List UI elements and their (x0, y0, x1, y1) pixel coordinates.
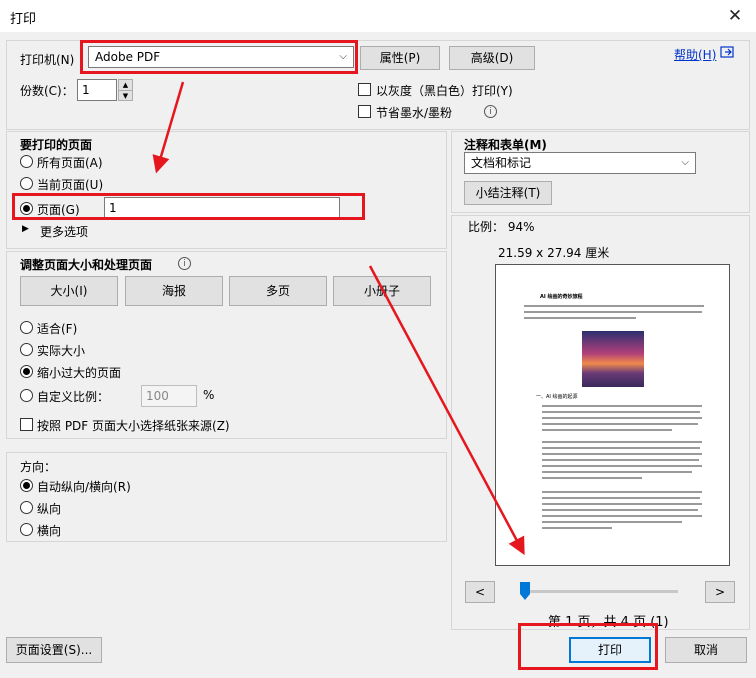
text-line (524, 305, 704, 307)
copies-label: 份数(C)： (20, 84, 74, 98)
printer-select[interactable]: Adobe PDF ⌵ (88, 46, 354, 68)
stepper-down-icon[interactable]: ▼ (119, 90, 132, 101)
sizing-info-icon[interactable]: i (178, 257, 191, 270)
fit-label[interactable]: 适合(F) (37, 320, 77, 337)
preview-doc-title: AI 绘画的奇妙旅程 (540, 294, 583, 300)
help-icon[interactable] (720, 45, 734, 59)
help-link[interactable]: 帮助(H) (674, 46, 716, 63)
percent-label: % (203, 388, 215, 402)
properties-button[interactable]: 属性(P) (360, 46, 440, 70)
tab-poster[interactable]: 海报 (125, 276, 223, 306)
custom-scale-radio[interactable] (20, 389, 33, 402)
current-page-radio[interactable] (20, 177, 33, 190)
window-title: 打印 (10, 12, 37, 27)
actual-size-radio[interactable] (20, 343, 33, 356)
text-line (542, 477, 642, 479)
text-line (542, 447, 700, 449)
text-line (542, 429, 672, 431)
paper-source-checkbox[interactable] (20, 418, 33, 431)
comments-heading: 注释和表单(M) (464, 138, 547, 152)
prev-page-button[interactable]: < (465, 581, 495, 603)
text-line (542, 471, 692, 473)
page-info: 第 1 页，共 4 页 (1) (548, 615, 669, 630)
summarize-comments-button[interactable]: 小结注释(T) (464, 181, 552, 205)
pages-heading: 要打印的页面 (20, 138, 93, 152)
comments-selected-value: 文档和标记 (471, 156, 532, 170)
current-page-label[interactable]: 当前页面(U) (37, 176, 103, 193)
tab-multiple[interactable]: 多页 (229, 276, 327, 306)
auto-orientation-label[interactable]: 自动纵向/横向(R) (37, 478, 131, 495)
custom-scale-input[interactable]: 100 (141, 385, 197, 407)
advanced-button[interactable]: 高级(D) (449, 46, 535, 70)
printer-label: 打印机(N) (20, 53, 75, 67)
preview-image (582, 331, 644, 387)
sizing-heading: 调整页面大小和处理页面 (20, 258, 153, 272)
text-line (542, 405, 702, 407)
landscape-label[interactable]: 横向 (37, 522, 61, 539)
next-page-button[interactable]: > (705, 581, 735, 603)
text-line (524, 317, 636, 319)
text-line (542, 509, 698, 511)
more-options-link[interactable]: 更多选项 (40, 223, 88, 240)
text-line (542, 453, 702, 455)
pages-range-input[interactable]: 1 (104, 197, 340, 219)
chevron-down-icon: ⌵ (681, 157, 689, 168)
copies-input[interactable]: 1 (77, 79, 117, 101)
stepper-up-icon[interactable]: ▲ (119, 80, 132, 90)
shrink-label[interactable]: 缩小过大的页面 (37, 364, 121, 381)
preview-dimensions: 21.59 x 27.94 厘米 (498, 246, 610, 260)
chevron-down-icon: ⌵ (339, 51, 347, 62)
expand-triangle-icon[interactable]: ▶ (22, 224, 29, 234)
auto-orientation-radio[interactable] (20, 479, 33, 492)
tab-booklet[interactable]: 小册子 (333, 276, 431, 306)
preview-scale: 比例： 94% (468, 220, 535, 234)
text-line (542, 417, 702, 419)
copies-stepper[interactable]: ▲ ▼ (118, 79, 133, 101)
portrait-radio[interactable] (20, 501, 33, 514)
preview-section-heading: 一、AI 绘画的起源 (536, 394, 578, 400)
info-icon[interactable]: i (484, 105, 497, 118)
page-slider-track[interactable] (520, 590, 678, 593)
shrink-radio[interactable] (20, 365, 33, 378)
text-line (542, 527, 612, 529)
comments-select[interactable]: 文档和标记 ⌵ (464, 152, 696, 174)
portrait-label[interactable]: 纵向 (37, 500, 61, 517)
text-line (524, 311, 702, 313)
text-line (542, 491, 702, 493)
paper-source-label[interactable]: 按照 PDF 页面大小选择纸张来源(Z) (37, 417, 230, 434)
orientation-group (6, 452, 447, 542)
close-icon[interactable]: ✕ (720, 4, 750, 28)
custom-scale-label[interactable]: 自定义比例： (37, 388, 109, 405)
print-button[interactable]: 打印 (569, 637, 651, 663)
text-line (542, 465, 702, 467)
pages-radio-label[interactable]: 页面(G) (37, 201, 80, 218)
orientation-heading: 方向： (20, 460, 57, 474)
page-setup-button[interactable]: 页面设置(S)... (6, 637, 102, 663)
save-ink-checkbox[interactable] (358, 105, 371, 118)
text-line (542, 497, 700, 499)
fit-radio[interactable] (20, 321, 33, 334)
text-line (542, 515, 702, 517)
text-line (542, 423, 698, 425)
printer-selected-value: Adobe PDF (95, 50, 161, 64)
pages-radio[interactable] (20, 202, 33, 215)
title-bar: 打印 ✕ (0, 0, 756, 32)
landscape-radio[interactable] (20, 523, 33, 536)
text-line (542, 441, 702, 443)
save-ink-label[interactable]: 节省墨水/墨粉 (376, 104, 452, 121)
grayscale-label[interactable]: 以灰度（黑白色）打印(Y) (376, 82, 513, 99)
actual-size-label[interactable]: 实际大小 (37, 342, 85, 359)
cancel-button[interactable]: 取消 (665, 637, 747, 663)
page-preview: AI 绘画的奇妙旅程 一、AI 绘画的起源 (495, 264, 730, 566)
text-line (542, 411, 700, 413)
all-pages-radio[interactable] (20, 155, 33, 168)
grayscale-checkbox[interactable] (358, 83, 371, 96)
all-pages-label[interactable]: 所有页面(A) (37, 154, 103, 171)
text-line (542, 503, 702, 505)
text-line (542, 459, 699, 461)
text-line (542, 521, 682, 523)
page-slider-handle[interactable] (520, 582, 530, 600)
tab-size[interactable]: 大小(I) (20, 276, 118, 306)
